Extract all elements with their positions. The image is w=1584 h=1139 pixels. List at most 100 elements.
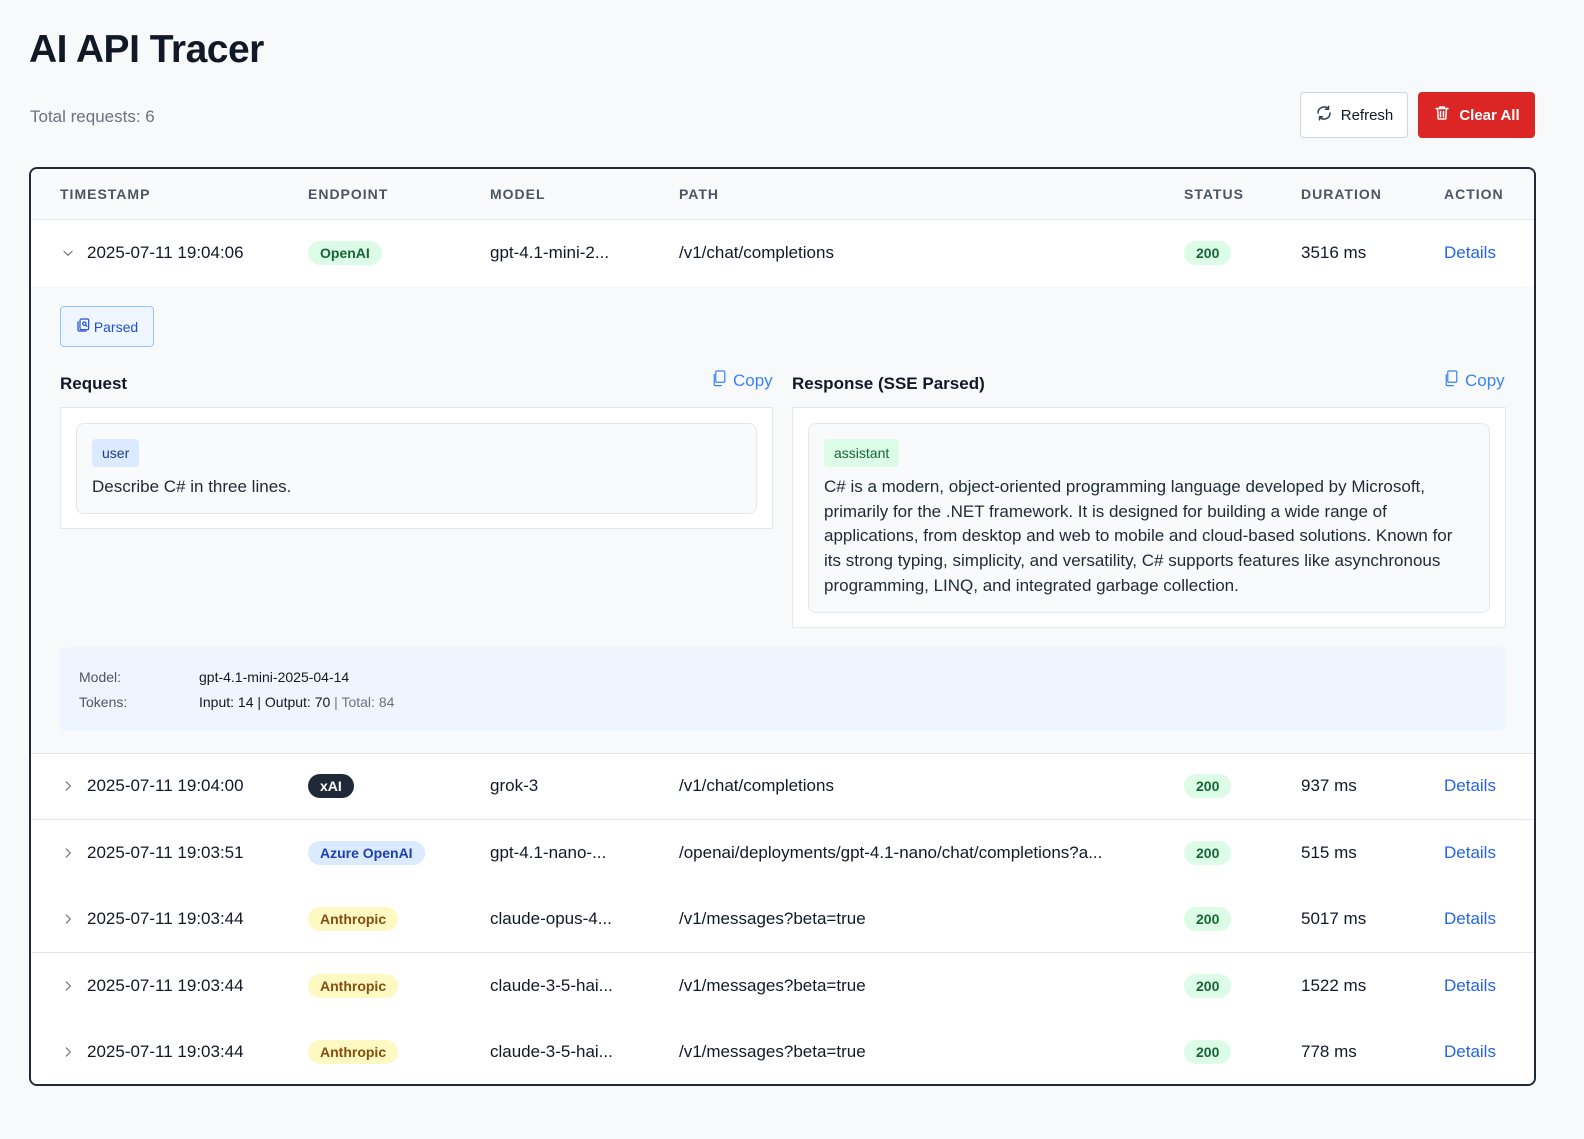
column-header-timestamp: TIMESTAMP [60,186,151,202]
tokens-label: Tokens: [79,694,128,710]
endpoint-badge: OpenAI [308,241,382,265]
clear-all-label: Clear All [1459,106,1520,124]
model-cell: gpt-4.1-mini-2... [490,243,610,262]
response-message-text: C# is a modern, object-oriented programm… [824,475,1452,599]
chevron-right-icon[interactable] [61,1019,75,1084]
duration-cell: 3516 ms [1301,243,1367,262]
request-line: Describe C# in three lines. [92,477,292,496]
role-badge-assistant: assistant [824,439,900,467]
endpoint-cell: xAI [308,753,354,819]
path-cell: /openai/deployments/gpt-4.1-nano/chat/co… [679,843,1103,862]
status-cell: 200 [1184,820,1232,886]
path-cell: /v1/chat/completions [679,243,834,262]
column-header-status: STATUS [1184,186,1244,202]
response-panel: assistant C# is a modern, object-oriente… [792,407,1506,628]
refresh-label: Refresh [1340,106,1394,124]
duration-cell: 515 ms [1301,843,1357,862]
column-header-model: MODEL [490,186,546,202]
total-requests: Total requests: 6 [30,107,155,126]
endpoint-badge: Anthropic [308,1040,399,1064]
status-cell: 200 [1184,953,1232,1019]
status-cell: 200 [1184,220,1232,286]
chevron-right-icon[interactable] [61,953,75,1019]
endpoint-badge: Anthropic [308,907,399,931]
timestamp-cell: 2025-07-11 19:03:44 [87,1042,244,1061]
parsed-icon [76,317,92,336]
table-row[interactable]: 2025-07-11 19:04:06 OpenAI gpt-4.1-mini-2.… [31,220,1534,287]
path-cell: /v1/messages?beta=true [679,1042,866,1061]
endpoint-cell: Azure OpenAI [308,820,425,886]
details-link[interactable]: Details [1444,753,1496,819]
table-row[interactable]: 2025-07-11 19:03:44 Anthropic claude-3-5-h… [31,1019,1534,1084]
clear-all-button[interactable]: Clear All [1418,92,1535,138]
table-row[interactable]: 2025-07-11 19:03:44 Anthropic claude-opus-… [31,886,1534,953]
refresh-button[interactable]: Refresh [1300,92,1408,138]
chevron-down-icon[interactable] [61,220,75,286]
parsed-toggle-button[interactable]: Parsed [60,306,154,347]
status-badge: 200 [1184,974,1232,998]
endpoint-cell: Anthropic [308,1019,399,1084]
endpoint-cell: OpenAI [308,220,382,286]
chevron-right-icon[interactable] [61,820,75,886]
request-title: Request [60,374,128,393]
response-line: C# is a modern, object-oriented programm… [824,477,1425,496]
chevron-right-icon[interactable] [61,886,75,952]
copy-icon [712,370,727,392]
model-value: gpt-4.1-mini-2025-04-14 [199,669,350,685]
tokens-separator: | [330,694,342,710]
copy-request-button[interactable]: Copy [712,370,773,392]
tokens-value: Input: 14 | Output: 70 | Total: 84 [199,694,394,710]
parsed-label: Parsed [93,318,139,335]
requests-table: TIMESTAMP ENDPOINT MODEL PATH STATUS DUR… [29,167,1536,1086]
model-cell: claude-3-5-hai... [490,1042,613,1061]
path-cell: /v1/messages?beta=true [679,909,866,928]
response-line: primarily for the .NET framework. It is … [824,501,1387,521]
status-badge: 200 [1184,841,1232,865]
details-link[interactable]: Details [1444,820,1496,886]
endpoint-badge: xAI [308,774,354,798]
status-badge: 200 [1184,774,1232,798]
status-badge: 200 [1184,241,1232,265]
status-badge: 200 [1184,907,1232,931]
response-message: assistant C# is a modern, object-oriente… [808,423,1490,613]
request-detail-panel: Parsed Request Copy Response (SSE Parsed… [31,286,1534,754]
copy-icon [1444,370,1459,392]
table-row[interactable]: 2025-07-11 19:03:44 Anthropic claude-3-5-h… [31,953,1534,1020]
copy-response-button[interactable]: Copy [1444,370,1505,392]
model-cell: grok-3 [490,776,539,795]
table-row[interactable]: 2025-07-11 19:04:00 xAI grok-3/v1/chat/com… [31,753,1534,820]
response-line: programming, LINQ, and integrated garbag… [824,575,1239,595]
duration-cell: 937 ms [1301,776,1357,795]
status-cell: 200 [1184,1019,1232,1084]
usage-summary: Model: gpt-4.1-mini-2025-04-14 Tokens: I… [60,647,1506,731]
model-cell: claude-opus-4... [490,909,612,928]
column-header-endpoint: ENDPOINT [308,186,389,202]
timestamp-cell: 2025-07-11 19:03:51 [87,843,244,862]
request-message-text: Describe C# in three lines. [92,475,291,500]
page-title: AI API Tracer [29,28,264,71]
model-cell: claude-3-5-hai... [490,976,613,995]
duration-cell: 778 ms [1301,1042,1357,1061]
timestamp-cell: 2025-07-11 19:03:44 [87,909,244,928]
trash-icon [1433,104,1451,126]
response-line: its strong typing, simplicity, and versa… [824,551,1441,571]
tokens-total: Total: 84 [341,694,395,710]
timestamp-cell: 2025-07-11 19:03:44 [87,976,244,995]
details-link[interactable]: Details [1444,953,1496,1019]
endpoint-badge: Azure OpenAI [308,841,425,865]
status-cell: 200 [1184,886,1232,952]
copy-request-label: Copy [733,371,773,390]
details-link[interactable]: Details [1444,1019,1496,1084]
status-cell: 200 [1184,753,1232,819]
details-link[interactable]: Details [1444,886,1496,952]
response-title: Response (SSE Parsed) [792,374,985,393]
table-header: TIMESTAMP ENDPOINT MODEL PATH STATUS DUR… [31,169,1534,220]
request-message: user Describe C# in three lines. [76,423,757,514]
duration-cell: 1522 ms [1301,976,1367,995]
timestamp-cell: 2025-07-11 19:04:06 [87,243,244,262]
refresh-icon [1315,104,1333,126]
table-row[interactable]: 2025-07-11 19:03:51 Azure OpenAI gpt-4.1-n… [31,820,1534,887]
details-link[interactable]: Details [1444,220,1496,286]
copy-response-label: Copy [1465,371,1505,390]
chevron-right-icon[interactable] [61,753,75,819]
